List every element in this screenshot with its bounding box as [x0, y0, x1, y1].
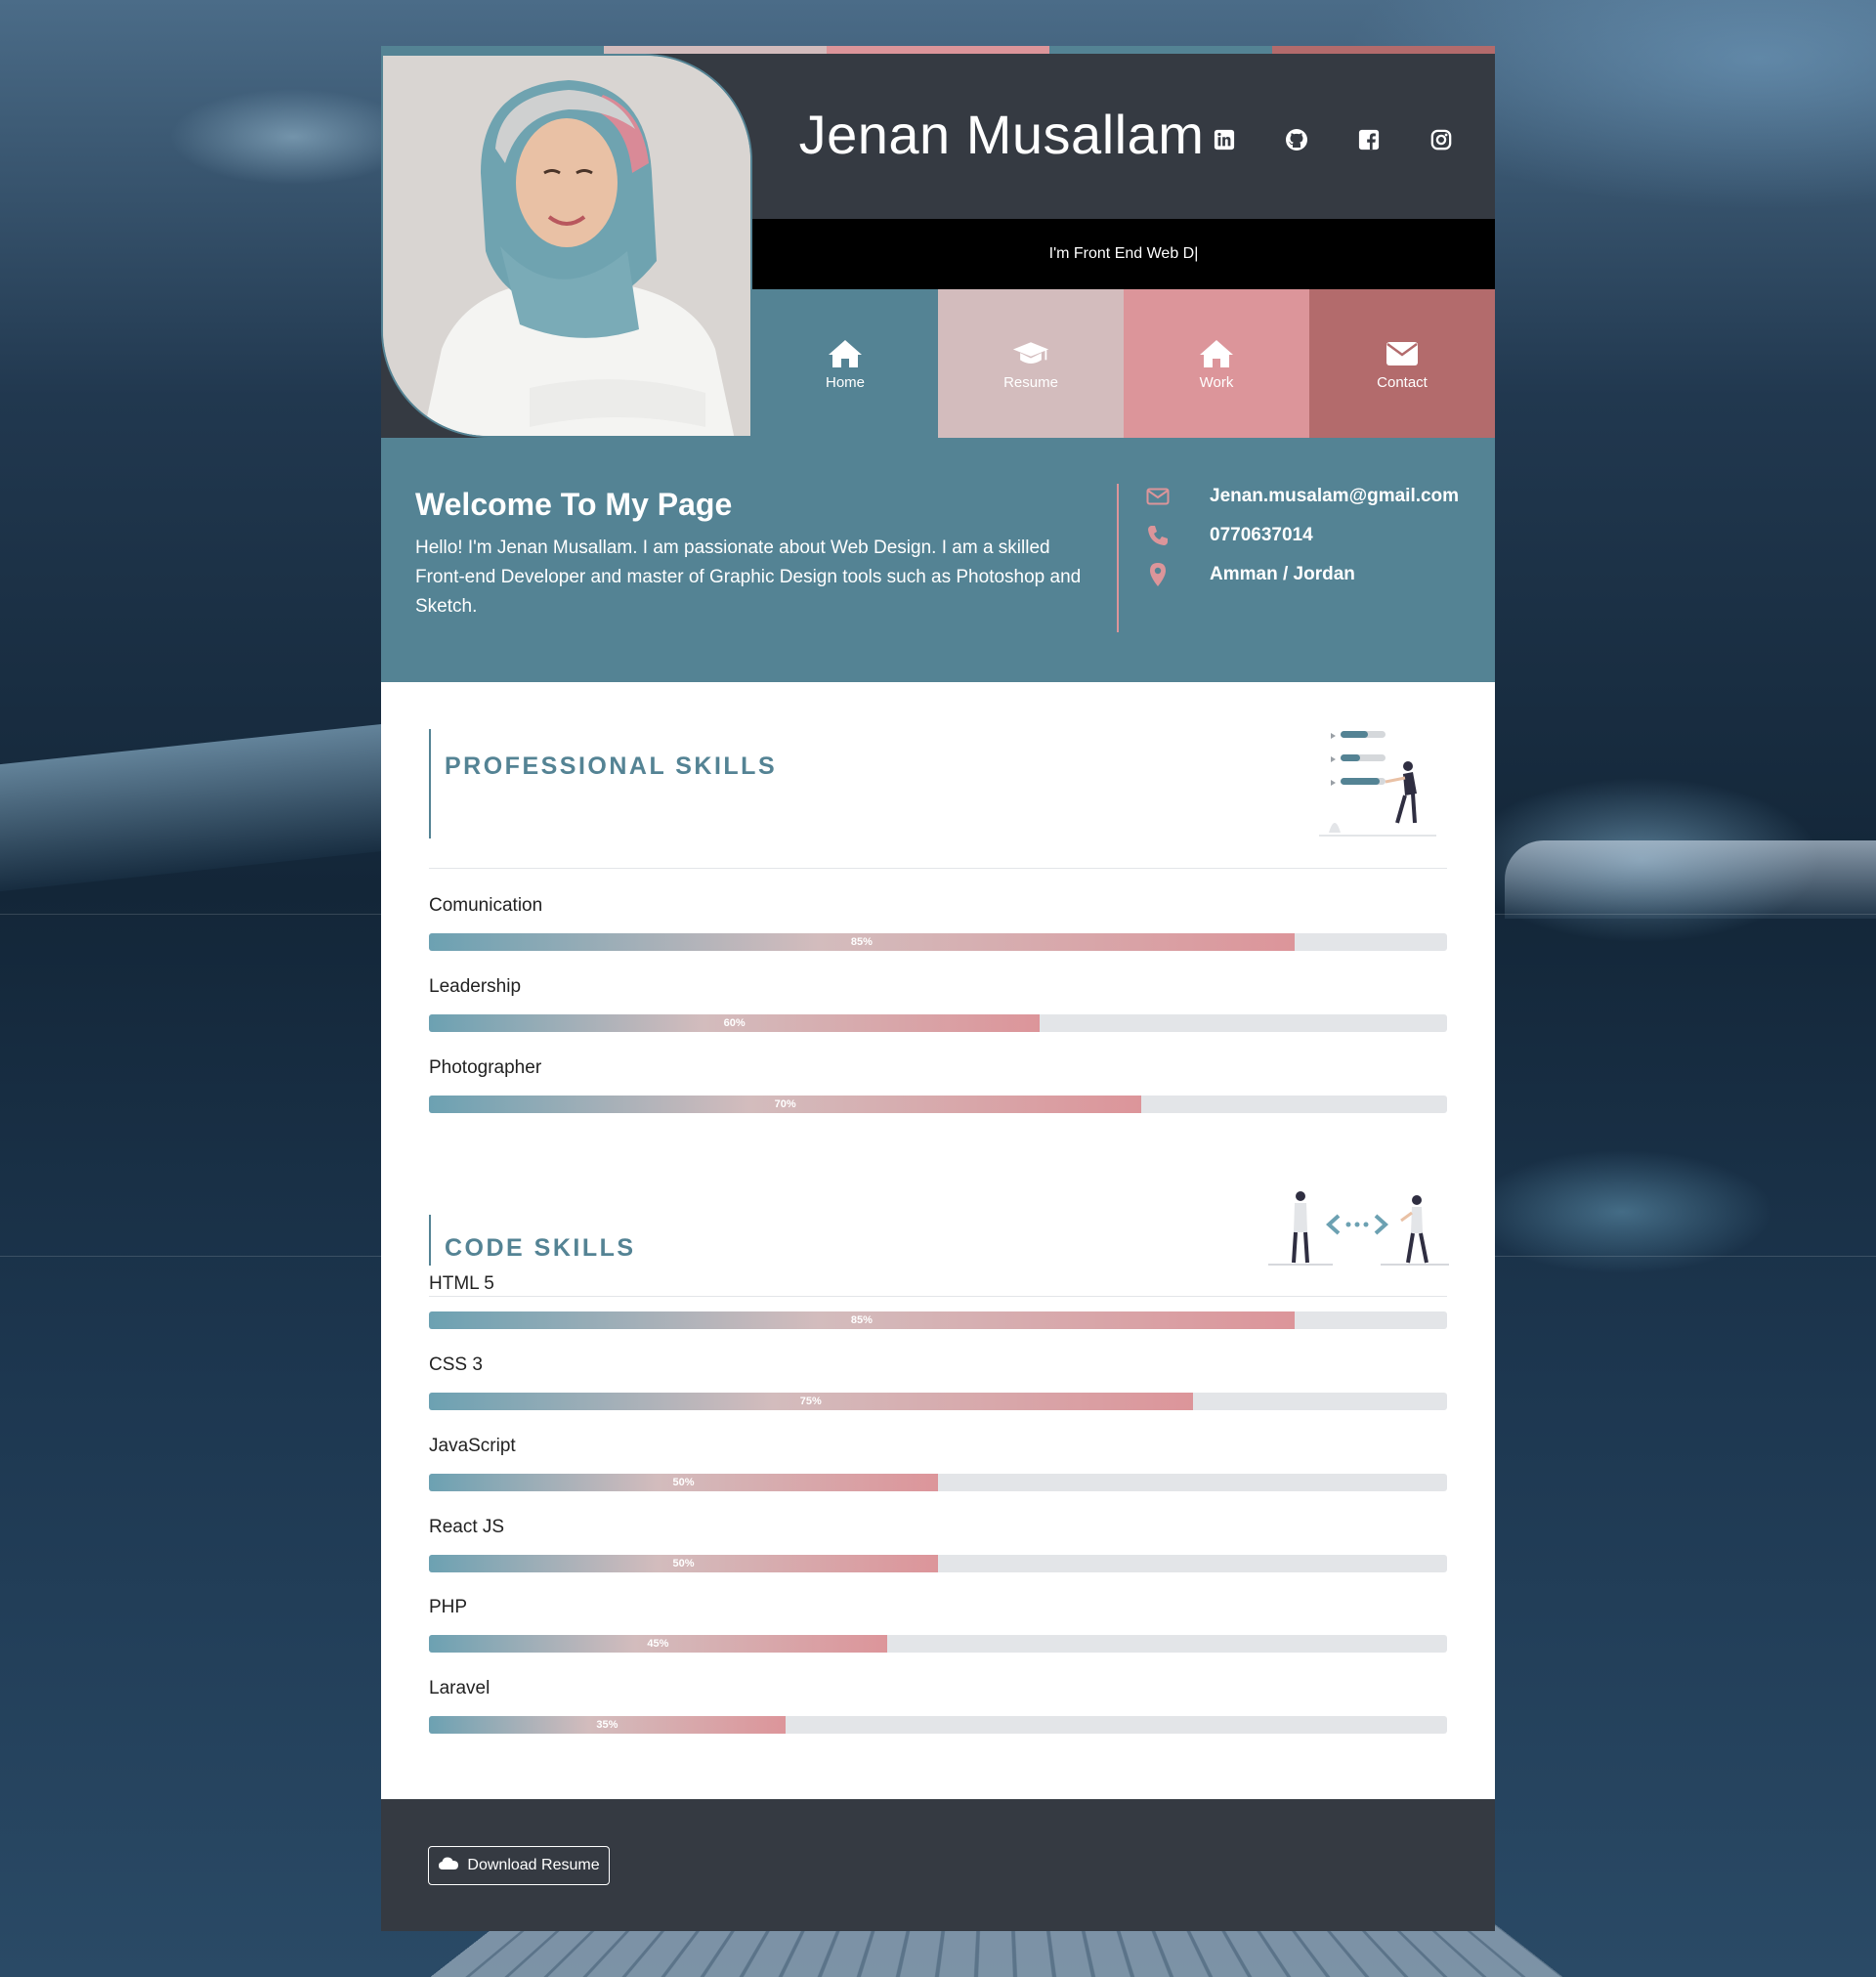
cloud-icon [438, 1856, 459, 1875]
skill-row: HTML 5 85% [429, 1273, 1447, 1329]
skill-progress-fill: 60% [429, 1014, 1041, 1032]
skill-percent: 45% [647, 1638, 669, 1650]
contact-info: Jenan.musalam@gmail.com 0770637014 Amman… [1145, 477, 1459, 594]
professional-skills-title: PROFESSIONAL SKILLS [445, 752, 778, 780]
contact-location: Amman / Jordan [1210, 564, 1355, 584]
skill-row: Comunication 85% [429, 895, 1447, 951]
map-marker-icon [1145, 562, 1171, 587]
graduation-cap-icon [1012, 337, 1049, 370]
skill-progress-track: 75% [429, 1393, 1447, 1410]
envelope-icon [1384, 337, 1421, 370]
skill-progress-track: 85% [429, 933, 1447, 951]
home-icon [827, 337, 864, 370]
skill-progress-track: 70% [429, 1096, 1447, 1113]
skill-name: Comunication [429, 895, 543, 916]
skill-row: Laravel 35% [429, 1678, 1447, 1734]
skill-percent: 35% [596, 1719, 618, 1731]
facebook-icon[interactable] [1351, 122, 1386, 157]
skill-percent: 70% [774, 1098, 796, 1110]
background-keyboard [414, 1924, 1579, 1977]
nav-contact-label: Contact [1377, 373, 1428, 391]
skill-progress-fill: 50% [429, 1474, 938, 1491]
skill-percent: 85% [850, 1314, 873, 1326]
skill-name: PHP [429, 1597, 468, 1617]
section-divider [429, 868, 1447, 869]
skill-name: HTML 5 [429, 1273, 494, 1294]
nav-home-label: Home [825, 373, 865, 391]
skill-progress-track: 50% [429, 1555, 1447, 1572]
nav-contact[interactable]: Contact [1309, 289, 1495, 438]
github-icon[interactable] [1279, 122, 1314, 157]
nav-resume[interactable]: Resume [938, 289, 1124, 438]
skill-percent: 50% [672, 1558, 695, 1569]
skill-percent: 75% [799, 1396, 822, 1407]
download-resume-label: Download Resume [467, 1857, 600, 1873]
skill-progress-fill: 45% [429, 1635, 887, 1653]
nav-home[interactable]: Home [752, 289, 938, 438]
contact-phone-row: 0770637014 [1145, 516, 1459, 555]
skill-progress-fill: 50% [429, 1555, 938, 1572]
skill-progress-track: 60% [429, 1014, 1447, 1032]
skill-progress-fill: 75% [429, 1393, 1193, 1410]
resume-card: Jenan Musallam I'm Front End Web D| Home [381, 46, 1495, 1931]
download-resume-button[interactable]: Download Resume [428, 1846, 610, 1885]
skill-progress-track: 45% [429, 1635, 1447, 1653]
skills-section: PROFESSIONAL SKILLS Comunication 85% Lea… [381, 682, 1495, 1799]
skill-progress-fill: 85% [429, 933, 1295, 951]
contact-phone[interactable]: 0770637014 [1210, 525, 1313, 546]
main-nav: Home Resume Work Contact [752, 289, 1495, 438]
home-icon [1198, 337, 1235, 370]
skills-illustration [1319, 725, 1436, 842]
footer: Download Resume [381, 1799, 1495, 1931]
skill-name: Leadership [429, 976, 522, 997]
background-mouse [1505, 840, 1876, 919]
welcome-divider [1117, 484, 1119, 632]
skill-progress-track: 85% [429, 1311, 1447, 1329]
skill-name: Laravel [429, 1678, 490, 1698]
page-title: Jenan Musallam [798, 104, 1205, 165]
skill-row: JavaScript 50% [429, 1436, 1447, 1491]
color-stripe [381, 46, 1495, 54]
nav-work-label: Work [1199, 373, 1234, 391]
skill-progress-track: 35% [429, 1716, 1447, 1734]
envelope-icon [1145, 488, 1171, 505]
skill-row: CSS 3 75% [429, 1354, 1447, 1410]
typing-subtitle: I'm Front End Web D| [752, 219, 1495, 289]
linkedin-icon[interactable] [1207, 122, 1242, 157]
social-links [1207, 122, 1459, 157]
nav-work[interactable]: Work [1124, 289, 1309, 438]
skill-progress-fill: 70% [429, 1096, 1142, 1113]
contact-email[interactable]: Jenan.musalam@gmail.com [1210, 486, 1459, 507]
skill-progress-track: 50% [429, 1474, 1447, 1491]
skill-percent: 50% [672, 1477, 695, 1488]
phone-icon [1145, 524, 1171, 547]
skill-row: React JS 50% [429, 1517, 1447, 1572]
skill-name: CSS 3 [429, 1354, 483, 1375]
welcome-text: Hello! I'm Jenan Musallam. I am passiona… [415, 537, 1082, 617]
header: Jenan Musallam I'm Front End Web D| Home [381, 54, 1495, 438]
skill-name: React JS [429, 1517, 505, 1537]
skill-row: Photographer 70% [429, 1057, 1447, 1113]
code-skills-title: CODE SKILLS [445, 1234, 636, 1262]
skill-row: Leadership 60% [429, 976, 1447, 1032]
skill-progress-fill: 35% [429, 1716, 786, 1734]
skill-percent: 85% [850, 936, 873, 948]
skill-name: Photographer [429, 1057, 542, 1078]
contact-location-row: Amman / Jordan [1145, 555, 1459, 594]
skill-name: JavaScript [429, 1436, 516, 1456]
skill-row: PHP 45% [429, 1597, 1447, 1653]
skill-percent: 60% [723, 1017, 746, 1029]
profile-photo [381, 54, 752, 438]
nav-resume-label: Resume [1003, 373, 1058, 391]
instagram-icon[interactable] [1424, 122, 1459, 157]
welcome-section: Welcome To My Page Hello! I'm Jenan Musa… [381, 438, 1495, 682]
welcome-title: Welcome To My Page [415, 487, 733, 522]
background-laptop [0, 720, 410, 892]
skill-progress-fill: 85% [429, 1311, 1295, 1329]
code-illustration [1268, 1188, 1449, 1271]
contact-email-row: Jenan.musalam@gmail.com [1145, 477, 1459, 516]
